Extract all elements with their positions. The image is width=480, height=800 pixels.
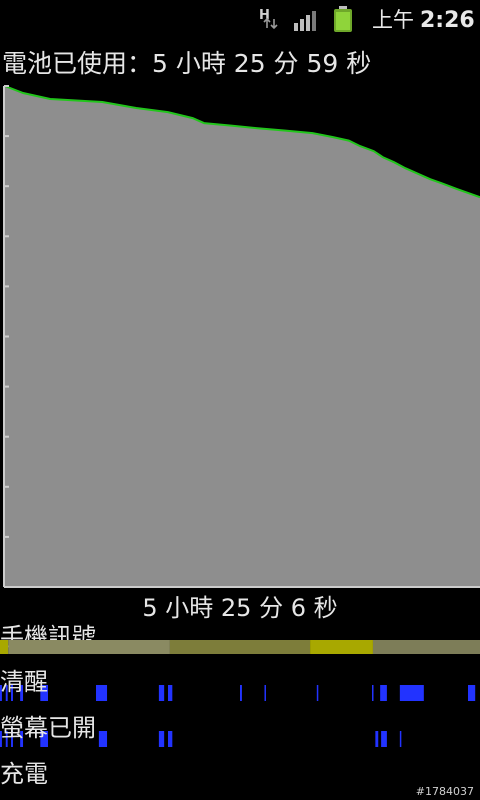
signal-segment: [0, 640, 9, 654]
battery-charging-icon: [334, 6, 352, 32]
signal-strength-icon: [294, 11, 316, 31]
signal-segment: [372, 640, 480, 654]
battery-used-title: 電池已使用：5 小時 25 分 59 秒: [2, 49, 372, 78]
awake-segment: [380, 685, 387, 701]
awake-segment: [96, 685, 108, 701]
clock-time: 2:26: [420, 8, 475, 33]
awake-segment: [372, 685, 374, 701]
watermark: #1784037: [415, 785, 474, 798]
awake-segment: [264, 685, 266, 701]
charging-label: 充電: [0, 760, 48, 788]
phone-signal-bar: [0, 640, 480, 654]
clock-ampm: 上午: [372, 8, 414, 32]
awake-label: 清醒: [0, 668, 48, 696]
awake-segment: [240, 685, 242, 701]
signal-segment: [310, 640, 373, 654]
awake-segment: [158, 685, 165, 701]
screen-on-segment: [399, 731, 402, 747]
screen-on-segment: [158, 731, 165, 747]
awake-segment: [468, 685, 476, 701]
battery-area: [5, 86, 480, 587]
screen-on-label: 螢幕已開: [0, 714, 96, 742]
screen-on-segment: [98, 731, 108, 747]
signal-segment: [8, 640, 170, 654]
awake-segment: [316, 685, 319, 701]
signal-segment: [169, 640, 311, 654]
status-bar: H 上午 2:26: [0, 0, 480, 38]
screen-on-segment: [375, 731, 379, 747]
status-clock: 上午 2:26: [372, 5, 475, 35]
awake-segment: [168, 685, 173, 701]
awake-segment: [399, 685, 424, 701]
awake-bar: [0, 685, 476, 701]
hspa-data-icon: H: [259, 8, 278, 30]
battery-level-chart: [3, 85, 480, 588]
screen-on-segment: [381, 731, 387, 747]
screen-on-segment: [168, 731, 173, 747]
